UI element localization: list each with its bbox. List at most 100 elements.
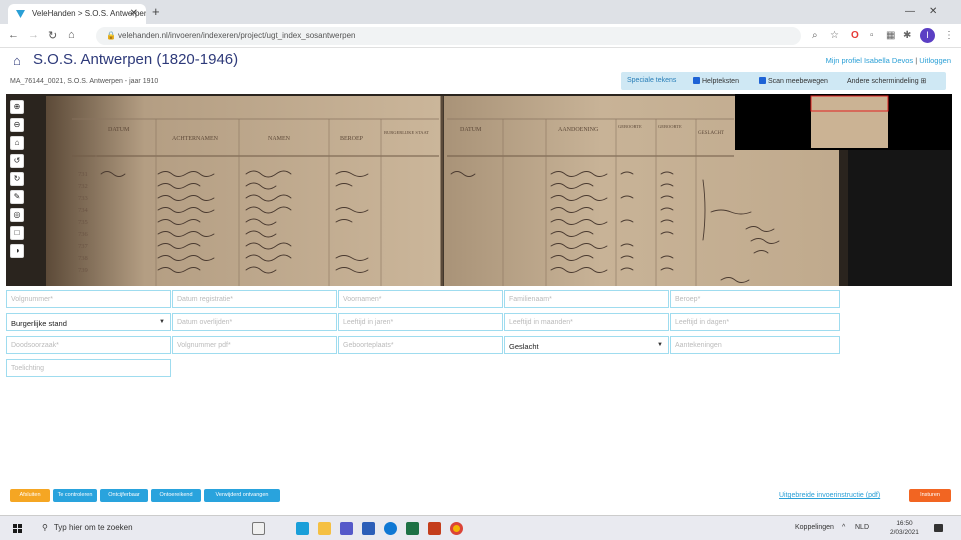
volgnummer-input[interactable]: Volgnummer* <box>6 290 171 308</box>
browser-tab[interactable]: VeleHanden > S.O.S. Antwerpen ✕ <box>8 4 146 24</box>
rotate-left-icon[interactable]: ↺ <box>10 154 24 168</box>
aantekeningen-input[interactable]: Aantekeningen <box>670 336 840 354</box>
edge-icon[interactable] <box>384 522 397 535</box>
bookmark-star-icon[interactable]: ☆ <box>830 30 839 41</box>
clock-date: 2/03/2021 <box>890 529 919 536</box>
close-window-icon[interactable]: ✕ <box>929 6 937 17</box>
my-profile-link[interactable]: Mijn profiel <box>826 56 862 65</box>
special-chars-link[interactable]: Speciale tekens <box>627 77 676 84</box>
instructions-pdf-link[interactable]: Uitgebreide invoerinstructie (pdf) <box>779 492 880 499</box>
doodsoorzaak-input[interactable]: Doodsoorzaak* <box>6 336 171 354</box>
volgnummer-pdf-input[interactable]: Volgnummer pdf* <box>172 336 337 354</box>
connections-label[interactable]: Koppelingen <box>795 524 834 531</box>
windows-taskbar: ⚲ Typ hier om te zoeken Koppelingen ^ NLD… <box>0 515 961 540</box>
chevron-down-icon: ▼ <box>159 319 165 325</box>
close-button[interactable]: Afsluiten <box>10 489 50 502</box>
url-text: velehanden.nl/invoeren/indexeren/project… <box>118 31 356 40</box>
ledger-header-profession: BEROEP <box>340 136 364 142</box>
zoom-out-icon[interactable]: ⊖ <box>10 118 24 132</box>
windows-start-icon[interactable] <box>13 524 23 534</box>
ledger-header-birth-2: GEBOORTE <box>658 124 682 129</box>
ledger-row-number: 738 <box>78 255 88 262</box>
insufficient-button[interactable]: Ontoereikend <box>151 489 201 502</box>
other-layout-button[interactable]: Andere schermindeling ⊞ <box>847 77 926 85</box>
leeftijd-maanden-input[interactable]: Leeftijd in maanden* <box>504 313 669 331</box>
ledger-header-date-right: DATUM <box>460 127 482 133</box>
leeftijd-jaren-input[interactable]: Leeftijd in jaren* <box>338 313 503 331</box>
toelichting-input[interactable]: Toelichting <box>6 359 171 377</box>
user-links: Mijn profiel Isabella Devos | Uitloggen <box>825 56 951 65</box>
language-indicator[interactable]: NLD <box>855 524 869 531</box>
lock-icon: 🔒 <box>106 31 116 40</box>
notification-icon[interactable] <box>934 524 943 532</box>
fullscreen-icon[interactable]: □ <box>10 226 24 240</box>
minimize-icon[interactable]: — <box>905 6 915 17</box>
puzzle-icon[interactable]: ✱ <box>903 30 911 41</box>
scan-follow-label: Scan meebewegen <box>768 78 828 85</box>
help-texts-label: Helpteksten <box>702 78 739 85</box>
ledger-header-birth-1: GEBOORTE <box>618 124 642 129</box>
skype-icon[interactable] <box>296 522 309 535</box>
extension-grid-icon[interactable]: ▦ <box>886 30 895 41</box>
home-icon[interactable]: ⌂ <box>68 29 75 41</box>
edit-icon[interactable]: ✎ <box>10 190 24 204</box>
leeftijd-dagen-input[interactable]: Leeftijd in dagen* <box>670 313 840 331</box>
scan-follow-toggle[interactable]: Scan meebewegen <box>759 77 828 85</box>
teams-icon[interactable] <box>340 522 353 535</box>
file-explorer-icon[interactable] <box>318 522 331 535</box>
scan-info: MA_76144_0021, S.O.S. Antwerpen - jaar 1… <box>10 78 159 85</box>
geboorteplaats-input[interactable]: Geboorteplaats* <box>338 336 503 354</box>
reload-icon[interactable]: ↻ <box>48 29 57 42</box>
submit-button[interactable]: Insturen <box>909 489 951 502</box>
to-check-button[interactable]: Te controleren <box>53 489 97 502</box>
familienaam-input[interactable]: Familienaam* <box>504 290 669 308</box>
url-input[interactable]: 🔒 velehanden.nl/invoeren/indexeren/proje… <box>96 27 801 45</box>
burgerlijke-stand-select[interactable]: Burgerlijke stand ▼ <box>6 313 171 331</box>
opera-extension-icon[interactable]: O <box>851 30 859 41</box>
task-view-icon[interactable] <box>252 522 265 535</box>
page-title: S.O.S. Antwerpen (1820-1946) <box>33 51 239 68</box>
address-bar: ← → ↻ ⌂ 🔒 velehanden.nl/invoeren/indexer… <box>0 24 961 48</box>
chevron-down-icon: ▼ <box>657 342 663 348</box>
ledger-row-number: 731 <box>78 171 88 178</box>
clock[interactable]: 16:50 2/03/2021 <box>890 519 919 537</box>
taskbar-search[interactable]: ⚲ Typ hier om te zoeken <box>42 523 139 532</box>
extension-icon[interactable]: ▫ <box>870 30 874 41</box>
contrast-icon[interactable]: ◑ <box>10 244 24 258</box>
forward-icon[interactable]: → <box>28 29 39 41</box>
profile-avatar-icon[interactable]: I <box>920 28 935 43</box>
search-icon[interactable]: ⌕ <box>812 30 818 41</box>
rotate-right-icon[interactable]: ↻ <box>10 172 24 186</box>
taskbar-search-text: Typ hier om te zoeken <box>53 523 133 532</box>
beroep-input[interactable]: Beroep* <box>670 290 840 308</box>
close-tab-icon[interactable]: ✕ <box>130 8 138 19</box>
zoom-in-icon[interactable]: ⊕ <box>10 100 24 114</box>
powerpoint-icon[interactable] <box>428 522 441 535</box>
geslacht-select[interactable]: Geslacht ▼ <box>504 336 669 354</box>
excel-icon[interactable] <box>406 522 419 535</box>
ledger-row-number: 736 <box>78 231 89 238</box>
datum-registratie-input[interactable]: Datum registratie* <box>172 290 337 308</box>
voornamen-input[interactable]: Voornamen* <box>338 290 503 308</box>
new-tab-icon[interactable]: + <box>152 4 160 19</box>
kebab-menu-icon[interactable]: ⋮ <box>944 30 954 41</box>
chrome-icon[interactable] <box>450 522 463 535</box>
scan-viewer[interactable]: DATUM ACHTERNAMEN NAMEN BEROEP BURGERLIJ… <box>6 94 952 286</box>
other-layout-label: Andere schermindeling <box>847 78 919 85</box>
clock-time: 16:50 <box>896 520 913 527</box>
decipherable-button[interactable]: Ontcijferbaar <box>100 489 148 502</box>
compass-icon[interactable]: ◎ <box>10 208 24 222</box>
chevron-up-icon[interactable]: ^ <box>842 524 845 531</box>
datum-overlijden-input[interactable]: Datum overlijden* <box>172 313 337 331</box>
site-home-icon[interactable]: ⌂ <box>13 53 21 68</box>
velehanden-favicon-icon <box>16 10 25 18</box>
word-icon[interactable] <box>362 522 375 535</box>
home-view-icon[interactable]: ⌂ <box>10 136 24 150</box>
removed-received-button[interactable]: Verwijderd ontvangen <box>204 489 280 502</box>
ledger-row-number: 732 <box>78 183 88 190</box>
user-name-link[interactable]: Isabella Devos <box>864 56 913 65</box>
help-texts-toggle[interactable]: Helpteksten <box>693 77 739 85</box>
ledger-row-number: 733 <box>78 195 88 202</box>
back-icon[interactable]: ← <box>8 29 19 41</box>
logout-link[interactable]: Uitloggen <box>919 56 951 65</box>
